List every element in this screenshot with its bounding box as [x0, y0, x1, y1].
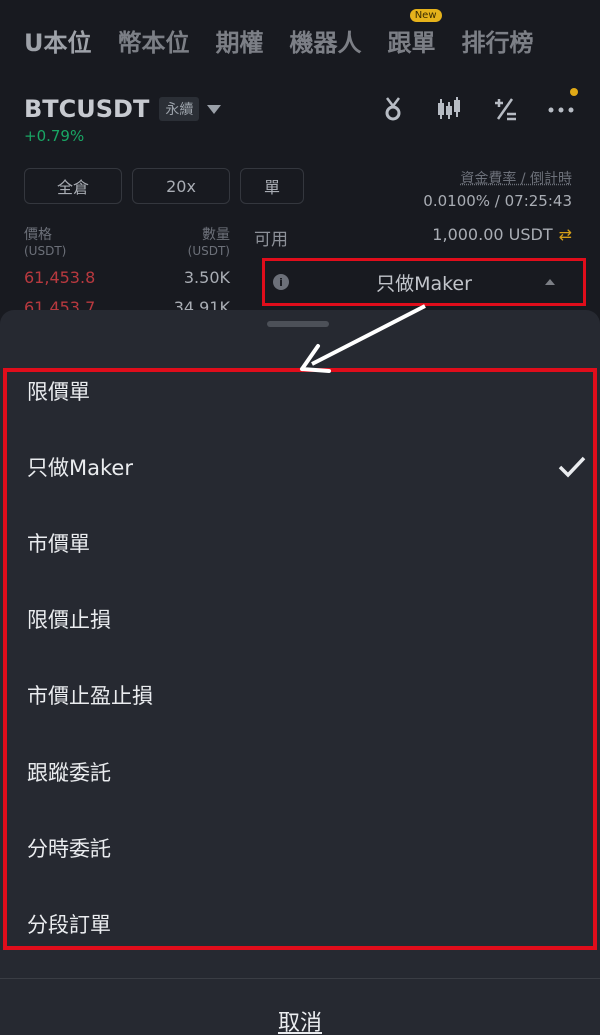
order-type-option-stop-limit[interactable]: 限價止損 [27, 604, 587, 634]
order-type-option-maker[interactable]: 只做Maker [27, 452, 587, 482]
order-type-sheet: 限價單 只做Maker 市價單 限價止損 市價止盈止損 跟蹤委託 分時委託 分段… [0, 310, 600, 1035]
tab-bots[interactable]: 機器人 [290, 23, 362, 58]
tab-coinm[interactable]: 幣本位 [118, 23, 190, 58]
order-type-option-stop-market[interactable]: 市價止盈止損 [27, 680, 587, 710]
orderbook-ask-price[interactable]: 61,453.8 [24, 268, 95, 287]
order-type-label: 只做Maker [376, 272, 472, 295]
divider [0, 978, 600, 979]
orderbook-price-header: 價格 (USDT) [24, 224, 66, 258]
position-mode-button[interactable]: 單 [240, 168, 304, 204]
price-header-unit: (USDT) [24, 244, 67, 258]
order-type-option-limit[interactable]: 限價單 [27, 376, 587, 406]
option-label: 分時委託 [27, 837, 111, 861]
order-type-option-scaled[interactable]: 分段訂單 [27, 909, 587, 939]
funding-rate-label[interactable]: 資金費率 / 倒計時 [460, 168, 572, 188]
orderbook-qty-header: 數量 (USDT) [160, 224, 230, 258]
option-label: 只做Maker [27, 456, 133, 480]
transfer-icon[interactable]: ⇄ [559, 225, 572, 244]
caret-up-icon [545, 279, 555, 285]
more-icon[interactable] [546, 95, 576, 123]
order-type-options-highlight: 限價單 只做Maker 市價單 限價止損 市價止盈止損 跟蹤委託 分時委託 分段… [3, 368, 597, 950]
order-type-option-market[interactable]: 市價單 [27, 528, 587, 558]
qty-header-unit: (USDT) [187, 244, 230, 258]
option-label: 市價止盈止損 [27, 684, 153, 708]
trading-screen-background: U本位 幣本位 期權 機器人 跟單 New 排行榜 BTCUSDT 永續 +0.… [0, 0, 600, 330]
leverage-button[interactable]: 20x [132, 168, 230, 204]
available-label: 可用 [254, 230, 288, 250]
orderbook-ask-qty: 3.50K [183, 268, 230, 287]
candlestick-icon[interactable] [434, 95, 464, 123]
info-icon[interactable]: i [273, 274, 289, 290]
notification-dot [570, 88, 578, 96]
chevron-down-icon [207, 104, 222, 114]
top-tabs: U本位 幣本位 期權 機器人 跟單 New 排行榜 [0, 0, 600, 80]
option-label: 分段訂單 [27, 913, 111, 937]
option-label: 限價單 [27, 380, 90, 404]
tab-copy-trading-label: 跟單 [387, 28, 436, 57]
tab-leaderboard[interactable]: 排行榜 [462, 23, 534, 58]
checkmark-icon [558, 456, 586, 478]
toolbar-icons [378, 95, 576, 123]
price-change: +0.79% [24, 127, 85, 145]
tab-options[interactable]: 期權 [216, 23, 264, 58]
drag-handle[interactable] [267, 321, 329, 327]
position-settings: 全倉 20x 單 [24, 168, 304, 204]
order-type-option-twap[interactable]: 分時委託 [27, 833, 587, 863]
price-header-label: 價格 [24, 227, 52, 243]
funding-rate-value: 0.0100% / 07:25:43 [423, 192, 572, 210]
option-label: 跟蹤委託 [27, 761, 111, 785]
option-label: 市價單 [27, 532, 90, 556]
tab-copy-trading[interactable]: 跟單 New [387, 8, 442, 58]
cancel-button[interactable]: 取消 [0, 1005, 600, 1035]
medal-icon[interactable] [378, 95, 408, 123]
contract-type-badge: 永續 [159, 97, 200, 121]
tab-usdm[interactable]: U本位 [24, 23, 92, 58]
order-type-selector[interactable]: i 只做Maker [262, 258, 586, 306]
order-type-option-trailing-stop[interactable]: 跟蹤委託 [27, 757, 587, 787]
available-balance: 1,000.00 USDT ⇄ [432, 225, 572, 244]
calculator-icon[interactable] [490, 95, 520, 123]
option-label: 限價止損 [27, 608, 111, 632]
new-badge: New [409, 8, 442, 22]
margin-mode-button[interactable]: 全倉 [24, 168, 122, 204]
available-value: 1,000.00 USDT [432, 225, 553, 244]
qty-header-label: 數量 [202, 227, 230, 243]
symbol-name: BTCUSDT [24, 95, 150, 123]
symbol-selector[interactable]: BTCUSDT 永續 [24, 95, 222, 123]
